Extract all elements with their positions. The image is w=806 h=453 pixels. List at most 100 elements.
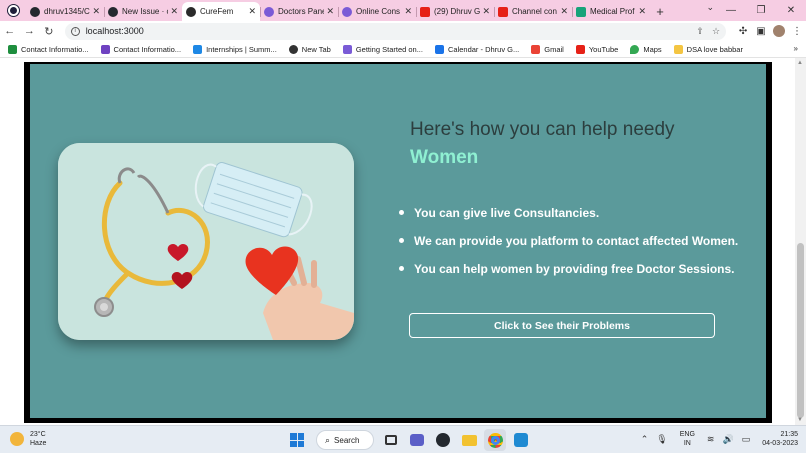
tray-chevron-icon[interactable]: ⌃	[641, 434, 649, 445]
bookmark-6[interactable]: Calendar - Dhruv G...	[434, 44, 519, 54]
help-points-list: You can give live Consultancies. We can …	[398, 206, 768, 290]
forward-icon[interactable]: →	[20, 21, 40, 41]
tab-8[interactable]: Medical Prof ✕	[572, 2, 650, 21]
site-info-icon[interactable]: i	[70, 26, 80, 36]
minimize-icon[interactable]: —	[716, 0, 746, 21]
bookmark-4[interactable]: New Tab	[288, 44, 331, 54]
microphone-icon[interactable]: 🎙	[656, 434, 667, 445]
page-scrollbar[interactable]: ▲ ▼	[795, 58, 806, 425]
volume-icon[interactable]: 🔊	[722, 434, 733, 445]
tab-6[interactable]: (29) Dhruv G ✕	[416, 2, 494, 21]
tab-7[interactable]: Channel con ✕	[494, 2, 572, 21]
github-icon	[30, 6, 40, 17]
section-frame: Here's how you can help needy Women You …	[24, 62, 772, 423]
stethoscope-photo	[58, 143, 354, 340]
help-section: Here's how you can help needy Women You …	[30, 64, 766, 418]
reload-icon[interactable]: ↻	[39, 21, 59, 41]
bookmark-10[interactable]: DSA love babbar	[673, 44, 743, 54]
close-icon[interactable]: ✕	[482, 6, 490, 17]
bookmarks-overflow-icon[interactable]: »	[794, 44, 798, 53]
search-icon: ⌕	[325, 434, 331, 445]
back-icon[interactable]: ←	[0, 21, 20, 41]
file-explorer-icon[interactable]	[458, 429, 480, 451]
site-icon	[342, 6, 352, 17]
close-icon[interactable]: ✕	[170, 6, 178, 17]
calendar-icon	[434, 44, 444, 54]
bookmark-star-icon[interactable]: ☆	[712, 26, 720, 37]
bookmark-2[interactable]: Contact Informatio...	[100, 44, 181, 54]
maps-icon	[630, 44, 640, 54]
profile-avatar[interactable]	[773, 25, 786, 37]
battery-icon[interactable]: ▭	[742, 434, 751, 445]
start-button[interactable]	[286, 429, 308, 451]
bookmark-7[interactable]: Gmail	[531, 44, 564, 54]
gmail-icon	[531, 44, 541, 54]
taskbar-search[interactable]: ⌕ Search	[316, 430, 374, 450]
bookmark-icon	[288, 44, 298, 54]
tab-2[interactable]: New Issue · c ✕	[104, 2, 182, 21]
windows-icon	[290, 433, 304, 447]
url-text[interactable]: localhost:3000	[86, 26, 689, 36]
bookmark-5[interactable]: Getting Started on...	[342, 44, 423, 54]
share-icon[interactable]: ⇪	[696, 26, 704, 37]
list-item: You can help women by providing free Doc…	[398, 262, 768, 290]
menu-kebab-icon[interactable]: ⋮	[788, 22, 806, 40]
wifi-icon[interactable]: ≋	[707, 434, 715, 445]
bookmark-9[interactable]: Maps	[630, 44, 662, 54]
clock[interactable]: 21:35 04-03-2023	[762, 430, 798, 448]
tab-search-icon[interactable]	[0, 0, 26, 21]
close-icon[interactable]: ✕	[638, 6, 646, 17]
scrollbar-thumb[interactable]	[797, 243, 804, 418]
youtube-icon	[420, 6, 430, 17]
extensions-icon[interactable]: ✣	[734, 22, 752, 40]
vscode-icon[interactable]	[510, 429, 532, 451]
stethoscope-illustration	[58, 143, 354, 340]
windows-taskbar: 23°C Haze ⌕ Search ⌃ 🎙 ENG IN ≋ 🔊 ▭ 21:3…	[0, 425, 806, 453]
close-icon[interactable]: ✕	[326, 6, 334, 17]
scroll-up-icon[interactable]: ▲	[797, 60, 803, 66]
heading-accent: Women	[410, 147, 479, 168]
scroll-down-icon[interactable]: ▼	[797, 417, 803, 423]
tab-5[interactable]: Online Cons ✕	[338, 2, 416, 21]
chrome-icon[interactable]	[484, 429, 506, 451]
close-window-icon[interactable]: ✕	[776, 0, 806, 21]
list-item: You can give live Consultancies.	[398, 206, 768, 234]
folder-icon	[673, 44, 683, 54]
window-controls: — ❐ ✕	[716, 0, 806, 21]
address-bar[interactable]: i localhost:3000 ⇪ ☆	[64, 22, 727, 40]
bookmark-8[interactable]: YouTube	[575, 44, 618, 54]
see-problems-button[interactable]: Click to See their Problems	[409, 313, 715, 338]
bookmark-icon	[342, 44, 352, 54]
temperature: 23°C	[30, 431, 46, 438]
tab-4[interactable]: Doctors Pane ✕	[260, 2, 338, 21]
close-icon[interactable]: ✕	[92, 6, 100, 17]
doc-icon	[576, 6, 586, 17]
tab-search-chevron-icon[interactable]: ⌄	[706, 2, 714, 13]
language-indicator[interactable]: ENG IN	[680, 430, 695, 448]
close-icon[interactable]: ✕	[404, 6, 412, 17]
haze-weather-icon	[10, 432, 24, 446]
restore-icon[interactable]: ❐	[746, 0, 776, 21]
bookmark-icon	[100, 44, 110, 54]
bookmark-icon	[8, 44, 17, 54]
youtube-icon	[498, 6, 508, 17]
bookmark-3[interactable]: Internships | Summ...	[193, 44, 277, 54]
close-icon[interactable]: ✕	[248, 6, 256, 17]
bookmarks-bar: Contact Informatio... Contact Informatio…	[0, 41, 806, 58]
bookmark-1[interactable]: Contact Informatio...	[8, 44, 89, 54]
new-tab-button[interactable]: +	[650, 2, 670, 21]
meet-icon[interactable]	[406, 429, 428, 451]
youtube-icon	[575, 44, 585, 54]
tab-1[interactable]: dhruv1345/C ✕	[26, 2, 104, 21]
github-desktop-icon[interactable]	[432, 429, 454, 451]
weather-widget[interactable]: 23°C Haze	[10, 430, 46, 448]
page-viewport: Here's how you can help needy Women You …	[0, 58, 795, 425]
tab-3-active[interactable]: CureFem ✕	[182, 2, 260, 21]
bookmark-icon	[193, 44, 203, 54]
site-icon	[264, 6, 274, 17]
close-icon[interactable]: ✕	[560, 6, 568, 17]
browser-toolbar: ← → ↻ i localhost:3000 ⇪ ☆ ✣ ▣ ⋮	[0, 21, 806, 41]
side-panel-icon[interactable]: ▣	[752, 22, 770, 40]
task-view-icon[interactable]	[380, 429, 402, 451]
list-item: We can provide you platform to contact a…	[398, 234, 768, 262]
